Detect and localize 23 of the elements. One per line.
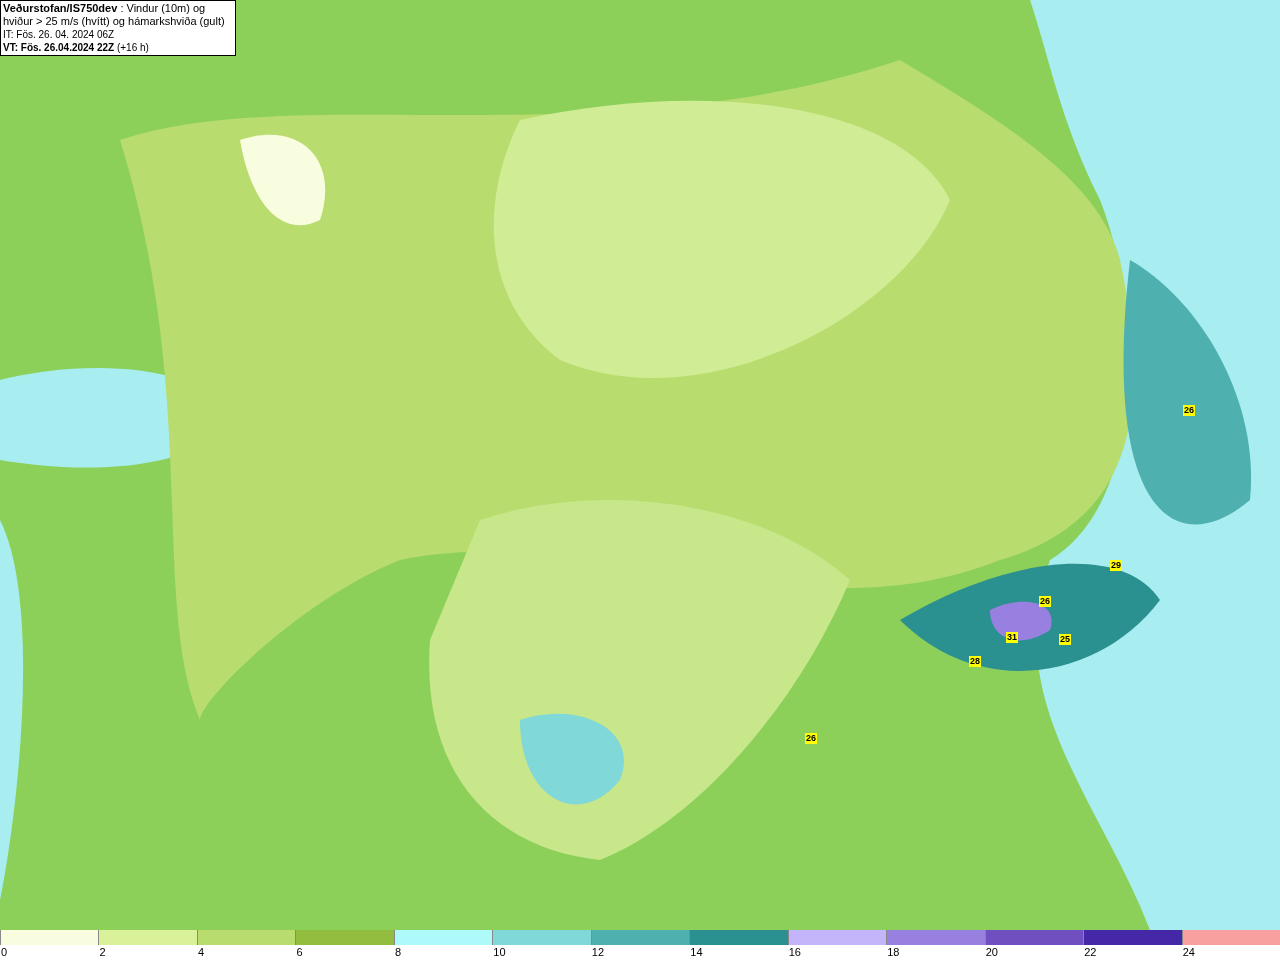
colorbar-tick-label: 22 [1083,945,1097,959]
gust-label: 25 [1059,634,1071,645]
colorbar-tick-label: 18 [886,945,900,959]
title-line: IT: Fös. 26. 04. 2024 06Z [3,28,116,41]
gust-label: 28 [969,656,981,667]
gust-label: 29 [1110,560,1122,571]
colorbar-tick-label: 20 [984,945,998,959]
colorbar-tick-label: 8 [393,945,401,959]
colorbar-tick-label: 10 [492,945,506,959]
gust-label: 26 [1183,405,1195,416]
colorbar-tick-label: 0 [0,945,8,959]
gust-label: 26 [805,733,817,744]
colorbar-tick-label: 12 [590,945,605,959]
colorbar-tick-label: 14 [689,945,703,959]
colorbar-tick-label: 4 [196,945,205,959]
title-line: Veðurstofan/IS750dev : Vindur (10m) og hviður > 25 m/s (hvítt) og hámarkshviða (gult) [3,2,226,28]
colorbar-tick-label: 24 [1181,945,1195,959]
gust-label: 31 [1006,632,1018,643]
colorbar-tick-label: 16 [787,945,801,959]
colorbar-tick-label: 6 [295,945,303,959]
colorbar-tick-label: 2 [98,945,106,959]
gust-label: 26 [1039,596,1051,607]
title-line: VT: Fös. 26.04.2024 22Z (+16 h) [3,41,150,54]
